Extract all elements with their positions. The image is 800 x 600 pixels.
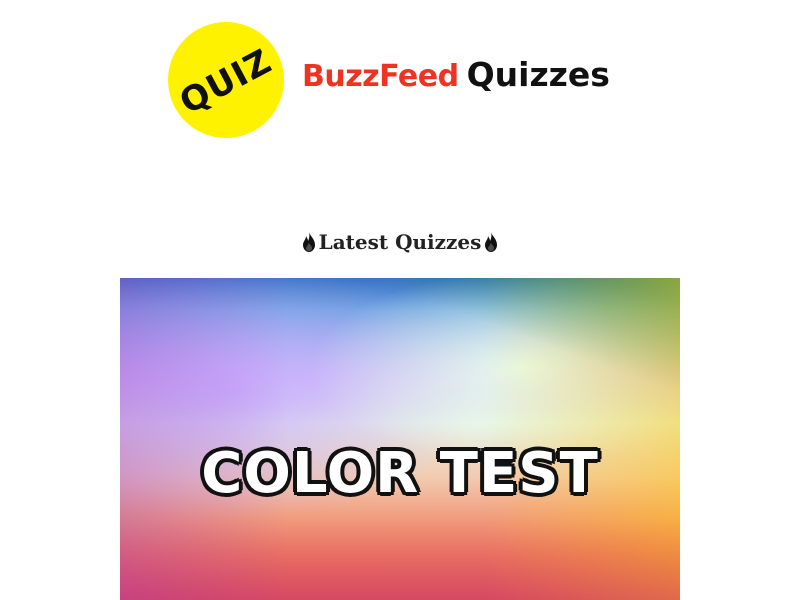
fire-icon [302, 232, 316, 252]
brand-suffix: Quizzes [466, 55, 610, 94]
site-logo[interactable]: QUIZ BuzzFeed Quizzes [168, 22, 628, 138]
quiz-badge-logo: QUIZ [168, 22, 284, 138]
brand-title: BuzzFeed Quizzes [302, 58, 610, 92]
quiz-card[interactable]: COLOR TEST [120, 278, 680, 600]
fire-icon [484, 232, 498, 252]
section-heading: Latest Quizzes [0, 228, 800, 256]
brand-name: BuzzFeed [302, 59, 459, 94]
section-heading-text: Latest Quizzes [318, 230, 482, 254]
quiz-card-title: COLOR TEST [200, 441, 600, 506]
quiz-badge-text: QUIZ [173, 41, 279, 123]
